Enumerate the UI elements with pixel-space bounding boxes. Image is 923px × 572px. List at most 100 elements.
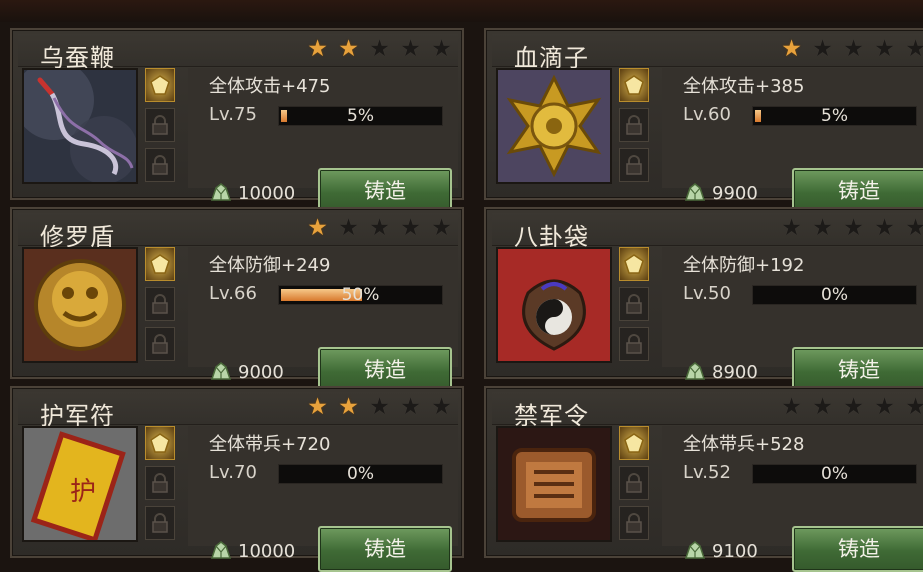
equipment-card: 乌蚕鞭 ★ ★ ★ ★ ★ 全体攻击+475 Lv.75 5% 10000 铸造 xyxy=(10,28,464,214)
stat-text: 全体攻击+385 xyxy=(683,76,805,97)
star-icon: ★ xyxy=(400,36,421,62)
progress-bar: 0% xyxy=(752,464,917,484)
ore-icon xyxy=(684,361,706,381)
lock-icon xyxy=(626,115,642,135)
equipment-card: 八卦袋 ★ ★ ★ ★ ★ 全体防御+192 Lv.50 0% 8900 铸造 xyxy=(484,207,923,393)
star-icon: ★ xyxy=(431,36,452,62)
locked-slot[interactable] xyxy=(145,148,175,182)
locked-slot[interactable] xyxy=(619,287,649,321)
item-portrait[interactable] xyxy=(22,247,138,363)
level-text: Lv.60 xyxy=(683,104,731,125)
star-icon: ★ xyxy=(874,394,895,420)
locked-slot[interactable] xyxy=(619,327,649,361)
star-icon: ★ xyxy=(781,215,802,241)
locked-slot[interactable] xyxy=(619,506,649,540)
equipment-card: 禁军令 ★ ★ ★ ★ ★ 全体带兵+528 Lv.52 0% 9100 铸造 xyxy=(484,386,923,572)
gem-slot[interactable] xyxy=(145,68,175,102)
name-bar: 修罗盾 ★ ★ ★ ★ ★ xyxy=(18,213,458,251)
star-rating: ★ ★ ★ ★ ★ xyxy=(302,394,457,420)
gem-slot[interactable] xyxy=(619,426,649,460)
star-rating: ★ ★ ★ ★ ★ xyxy=(776,36,923,62)
ore-icon xyxy=(210,361,232,381)
progress-bar: 0% xyxy=(752,285,917,305)
gem-icon xyxy=(624,433,644,453)
progress-percent: 5% xyxy=(821,106,848,126)
progress-percent: 50% xyxy=(341,285,380,305)
star-icon: ★ xyxy=(369,394,390,420)
gem-icon xyxy=(150,75,170,95)
equipment-card: 血滴子 ★ ★ ★ ★ ★ 全体攻击+385 Lv.60 5% 9900 铸造 xyxy=(484,28,923,214)
progress-percent: 0% xyxy=(821,464,848,484)
forge-cost: 9100 xyxy=(712,541,758,562)
locked-slot[interactable] xyxy=(145,287,175,321)
locked-slot[interactable] xyxy=(619,108,649,142)
gem-slot[interactable] xyxy=(619,247,649,281)
ore-icon xyxy=(684,182,706,202)
stat-text: 全体防御+249 xyxy=(209,255,331,276)
star-icon: ★ xyxy=(307,215,328,241)
item-portrait[interactable] xyxy=(496,247,612,363)
star-icon: ★ xyxy=(338,394,359,420)
star-icon: ★ xyxy=(781,36,802,62)
star-icon: ★ xyxy=(905,394,923,420)
star-rating: ★ ★ ★ ★ ★ xyxy=(302,215,457,241)
equipment-card: 护军符 ★ ★ ★ ★ ★ 护全体带兵+720 Lv.70 0% 10000 铸造 xyxy=(10,386,464,572)
item-portrait[interactable]: 护 xyxy=(22,426,138,542)
svg-text:护: 护 xyxy=(70,477,96,507)
lock-icon xyxy=(152,334,168,354)
star-icon: ★ xyxy=(905,215,923,241)
progress-percent: 0% xyxy=(347,464,374,484)
star-icon: ★ xyxy=(369,215,390,241)
star-icon: ★ xyxy=(400,215,421,241)
lock-icon xyxy=(152,513,168,533)
forge-cost: 10000 xyxy=(238,541,296,562)
lock-icon xyxy=(152,294,168,314)
progress-percent: 5% xyxy=(347,106,374,126)
item-portrait[interactable] xyxy=(496,426,612,542)
level-text: Lv.52 xyxy=(683,462,731,483)
star-icon: ★ xyxy=(781,394,802,420)
stat-text: 全体攻击+475 xyxy=(209,76,331,97)
name-bar: 乌蚕鞭 ★ ★ ★ ★ ★ xyxy=(18,34,458,72)
item-portrait[interactable] xyxy=(22,68,138,184)
lock-icon xyxy=(152,155,168,175)
star-rating: ★ ★ ★ ★ ★ xyxy=(776,215,923,241)
progress-bar: 50% xyxy=(278,285,443,305)
name-bar: 护军符 ★ ★ ★ ★ ★ xyxy=(18,392,458,430)
stat-text: 全体带兵+720 xyxy=(209,434,331,455)
locked-slot[interactable] xyxy=(619,148,649,182)
forge-cost: 10000 xyxy=(238,183,296,204)
name-bar: 八卦袋 ★ ★ ★ ★ ★ xyxy=(492,213,923,251)
locked-slot[interactable] xyxy=(145,327,175,361)
forge-cost: 8900 xyxy=(712,362,758,383)
locked-slot[interactable] xyxy=(145,108,175,142)
gem-slot[interactable] xyxy=(145,426,175,460)
locked-slot[interactable] xyxy=(145,506,175,540)
star-icon: ★ xyxy=(307,36,328,62)
star-icon: ★ xyxy=(874,36,895,62)
item-portrait[interactable] xyxy=(496,68,612,184)
star-icon: ★ xyxy=(843,394,864,420)
star-icon: ★ xyxy=(874,215,895,241)
progress-bar: 5% xyxy=(278,106,443,126)
star-rating: ★ ★ ★ ★ ★ xyxy=(776,394,923,420)
forge-button[interactable]: 铸造 xyxy=(792,526,923,572)
star-icon: ★ xyxy=(369,36,390,62)
stat-text: 全体防御+192 xyxy=(683,255,805,276)
star-icon: ★ xyxy=(843,215,864,241)
locked-slot[interactable] xyxy=(145,466,175,500)
star-icon: ★ xyxy=(400,394,421,420)
forge-cost: 9900 xyxy=(712,183,758,204)
star-icon: ★ xyxy=(812,215,833,241)
locked-slot[interactable] xyxy=(619,466,649,500)
star-icon: ★ xyxy=(338,36,359,62)
star-icon: ★ xyxy=(812,394,833,420)
gem-icon xyxy=(150,433,170,453)
level-text: Lv.50 xyxy=(683,283,731,304)
gem-slot[interactable] xyxy=(619,68,649,102)
progress-bar: 0% xyxy=(278,464,443,484)
forge-button[interactable]: 铸造 xyxy=(318,526,452,572)
lock-icon xyxy=(626,294,642,314)
gem-slot[interactable] xyxy=(145,247,175,281)
star-rating: ★ ★ ★ ★ ★ xyxy=(302,36,457,62)
